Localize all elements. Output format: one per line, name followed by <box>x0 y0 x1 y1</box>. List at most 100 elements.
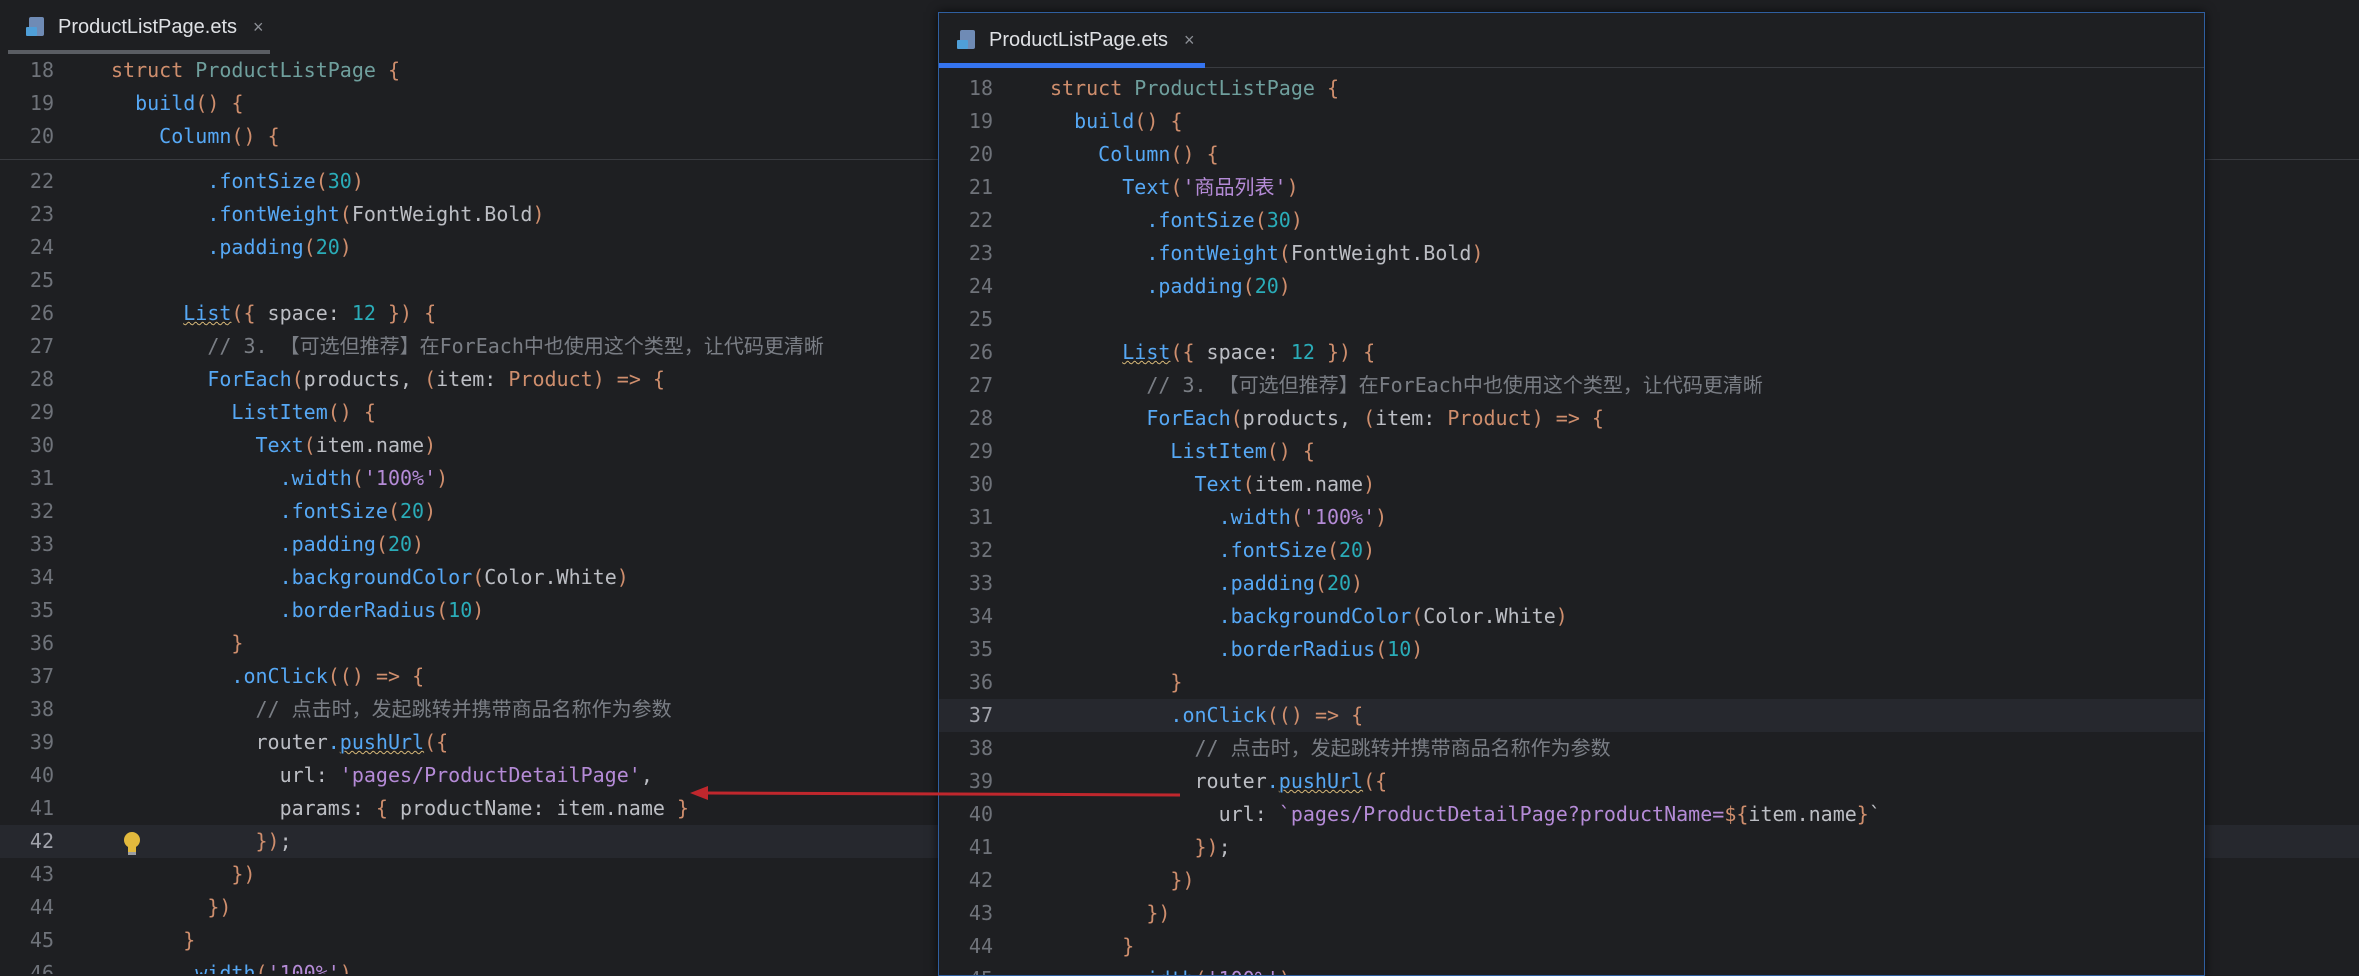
code-text[interactable]: } <box>1050 930 1134 963</box>
line-number: 28 <box>968 406 993 430</box>
code-line[interactable]: 19 build() { <box>939 105 2204 138</box>
right-tab-bar: ProductListPage.ets × <box>939 13 2204 68</box>
code-text[interactable]: ListItem() { <box>111 396 376 429</box>
code-line[interactable]: 23 .fontWeight(FontWeight.Bold) <box>939 237 2204 270</box>
code-text[interactable]: } <box>111 627 243 660</box>
code-text[interactable]: .onClick(() => { <box>1050 699 1363 732</box>
ets-file-icon <box>957 30 979 50</box>
code-text[interactable]: .borderRadius(10) <box>111 594 485 627</box>
code-text[interactable]: // 点击时，发起跳转并携带商品名称作为参数 <box>111 693 672 726</box>
code-line[interactable]: 38 // 点击时，发起跳转并携带商品名称作为参数 <box>939 732 2204 765</box>
code-text[interactable]: .padding(20) <box>1050 567 1364 600</box>
code-text[interactable]: .width('100%') <box>111 462 449 495</box>
code-line[interactable]: 41 }); <box>939 831 2204 864</box>
line-number: 36 <box>968 670 993 694</box>
code-line[interactable]: 29 ListItem() { <box>939 435 2204 468</box>
code-text[interactable]: Text('商品列表') <box>1050 171 1298 204</box>
code-line[interactable]: 26 List({ space: 12 }) { <box>939 336 2204 369</box>
line-number: 46 <box>29 961 54 974</box>
code-text[interactable]: .backgroundColor(Color.White) <box>111 561 629 594</box>
code-line[interactable]: 36 } <box>939 666 2204 699</box>
code-text[interactable]: } <box>1050 666 1182 699</box>
close-icon[interactable]: × <box>253 17 264 38</box>
code-text[interactable]: .backgroundColor(Color.White) <box>1050 600 1568 633</box>
code-text[interactable]: .padding(20) <box>1050 270 1291 303</box>
code-text[interactable]: Text(item.name) <box>1050 468 1376 501</box>
code-line[interactable]: 42 }) <box>939 864 2204 897</box>
code-text[interactable]: }); <box>1050 831 1231 864</box>
code-line[interactable]: 25 <box>939 303 2204 336</box>
line-number: 39 <box>968 769 993 793</box>
code-text[interactable]: url: 'pages/ProductDetailPage', <box>111 759 653 792</box>
code-text[interactable]: .onClick(() => { <box>111 660 424 693</box>
code-text[interactable]: build() { <box>1050 105 1182 138</box>
code-text[interactable]: List({ space: 12 }) { <box>1050 336 1375 369</box>
code-text[interactable]: struct ProductListPage { <box>1050 72 1339 105</box>
code-text[interactable]: ListItem() { <box>1050 435 1315 468</box>
code-text[interactable]: } <box>111 924 195 957</box>
code-text[interactable]: .width('100%') <box>1050 963 1291 975</box>
code-line[interactable]: 35 .borderRadius(10) <box>939 633 2204 666</box>
line-number: 41 <box>968 835 993 859</box>
code-line[interactable]: 39 router.pushUrl({ <box>939 765 2204 798</box>
code-line[interactable]: 30 Text(item.name) <box>939 468 2204 501</box>
line-number: 30 <box>968 472 993 496</box>
close-icon[interactable]: × <box>1184 30 1195 51</box>
code-line[interactable]: 27 // 3. 【可选但推荐】在ForEach中也使用这个类型，让代码更清晰 <box>939 369 2204 402</box>
code-text[interactable]: .width('100%') <box>111 957 352 974</box>
code-text[interactable]: // 3. 【可选但推荐】在ForEach中也使用这个类型，让代码更清晰 <box>1050 369 1763 402</box>
line-number: 23 <box>29 202 54 226</box>
code-line[interactable]: 28 ForEach(products, (item: Product) => … <box>939 402 2204 435</box>
ets-file-icon <box>26 17 48 37</box>
code-line[interactable]: 22 .fontSize(30) <box>939 204 2204 237</box>
code-text[interactable]: }) <box>111 891 231 924</box>
code-line[interactable]: 21 Text('商品列表') <box>939 171 2204 204</box>
line-number: 39 <box>29 730 54 754</box>
lightbulb-icon[interactable] <box>122 831 142 857</box>
code-text[interactable]: }) <box>1050 897 1170 930</box>
code-text[interactable]: }) <box>1050 864 1194 897</box>
code-text[interactable]: .borderRadius(10) <box>1050 633 1424 666</box>
code-line[interactable]: 31 .width('100%') <box>939 501 2204 534</box>
code-text[interactable]: .padding(20) <box>111 528 425 561</box>
code-line[interactable]: 43 }) <box>939 897 2204 930</box>
code-line[interactable]: 33 .padding(20) <box>939 567 2204 600</box>
code-text[interactable]: .fontSize(20) <box>111 495 437 528</box>
code-line[interactable]: 45 .width('100%') <box>939 963 2204 975</box>
code-text[interactable]: Column() { <box>1050 138 1218 171</box>
line-number: 31 <box>968 505 993 529</box>
right-file-tab[interactable]: ProductListPage.ets × <box>939 13 1209 68</box>
code-text[interactable]: params: { productName: item.name } <box>111 792 689 825</box>
code-line[interactable]: 40 url: `pages/ProductDetailPage?product… <box>939 798 2204 831</box>
code-text[interactable]: router.pushUrl({ <box>111 726 448 759</box>
code-text[interactable]: List({ space: 12 }) { <box>111 297 436 330</box>
code-text[interactable]: .width('100%') <box>1050 501 1388 534</box>
code-text[interactable]: .fontSize(30) <box>1050 204 1303 237</box>
code-text[interactable]: Text(item.name) <box>111 429 437 462</box>
code-line[interactable]: 37 .onClick(() => { <box>939 699 2204 732</box>
code-text[interactable]: .fontWeight(FontWeight.Bold) <box>111 198 544 231</box>
code-text[interactable]: url: `pages/ProductDetailPage?productNam… <box>1050 798 1881 831</box>
code-line[interactable]: 18 struct ProductListPage { <box>939 72 2204 105</box>
line-number: 32 <box>29 499 54 523</box>
code-line[interactable]: 34 .backgroundColor(Color.White) <box>939 600 2204 633</box>
left-file-tab[interactable]: ProductListPage.ets × <box>8 0 278 55</box>
code-text[interactable]: // 3. 【可选但推荐】在ForEach中也使用这个类型，让代码更清晰 <box>111 330 824 363</box>
code-text[interactable]: build() { <box>111 87 243 120</box>
right-tab-filename: ProductListPage.ets <box>989 28 1168 51</box>
code-text[interactable]: .fontSize(20) <box>1050 534 1376 567</box>
code-line[interactable]: 44 } <box>939 930 2204 963</box>
code-text[interactable]: ForEach(products, (item: Product) => { <box>1050 402 1604 435</box>
code-text[interactable]: Column() { <box>111 120 279 153</box>
code-text[interactable]: .padding(20) <box>111 231 352 264</box>
code-text[interactable]: struct ProductListPage { <box>111 54 400 87</box>
code-text[interactable]: }) <box>111 858 255 891</box>
code-line[interactable]: 24 .padding(20) <box>939 270 2204 303</box>
code-text[interactable]: .fontSize(30) <box>111 165 364 198</box>
code-text[interactable]: .fontWeight(FontWeight.Bold) <box>1050 237 1483 270</box>
code-line[interactable]: 20 Column() { <box>939 138 2204 171</box>
code-line[interactable]: 32 .fontSize(20) <box>939 534 2204 567</box>
code-text[interactable]: router.pushUrl({ <box>1050 765 1387 798</box>
code-text[interactable]: ForEach(products, (item: Product) => { <box>111 363 665 396</box>
code-text[interactable]: // 点击时，发起跳转并携带商品名称作为参数 <box>1050 732 1611 765</box>
